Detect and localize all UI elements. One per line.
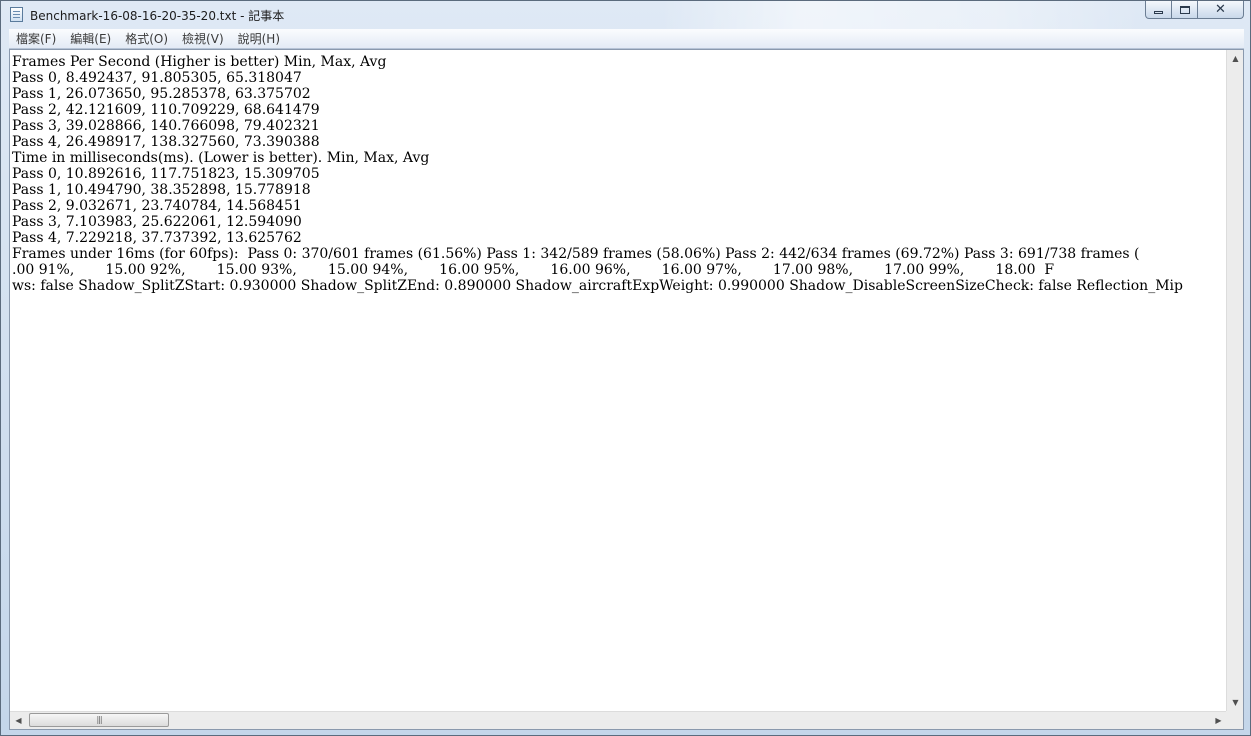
- menu-view[interactable]: 檢視(V): [175, 29, 231, 48]
- horizontal-scroll-thumb[interactable]: |||: [29, 713, 169, 727]
- text-line: Pass 2, 9.032671, 23.740784, 14.568451: [12, 198, 302, 214]
- text-line: Frames Per Second (Higher is better) Min…: [12, 54, 387, 70]
- text-line: Time in milliseconds(ms). (Lower is bett…: [12, 150, 430, 166]
- close-icon: ✕: [1215, 2, 1226, 17]
- vertical-scrollbar[interactable]: ▲ ▼: [1226, 50, 1243, 711]
- window-title: Benchmark-16-08-16-20-35-20.txt - 記事本: [30, 9, 285, 23]
- window-controls: ✕: [1145, 1, 1244, 20]
- scroll-right-icon[interactable]: ▶: [1210, 712, 1227, 729]
- text-line: .00 91%, 15.00 92%, 15.00 93%, 15.00 94%…: [12, 262, 1055, 278]
- grip-icon: |||: [96, 715, 102, 724]
- maximize-icon: [1179, 5, 1190, 14]
- title-bar[interactable]: Benchmark-16-08-16-20-35-20.txt - 記事本 ✕: [1, 1, 1250, 29]
- text-line: Pass 4, 7.229218, 37.737392, 13.625762: [12, 230, 302, 246]
- text-line: Pass 0, 8.492437, 91.805305, 65.318047: [12, 70, 302, 86]
- text-line: Pass 3, 7.103983, 25.622061, 12.594090: [12, 214, 302, 230]
- menu-file[interactable]: 檔案(F): [9, 29, 63, 48]
- text-line: Pass 3, 39.028866, 140.766098, 79.402321: [12, 118, 320, 134]
- scrollbar-corner: [1226, 711, 1243, 729]
- menu-help[interactable]: 說明(H): [231, 29, 287, 48]
- minimize-icon: [1154, 11, 1163, 14]
- scroll-left-icon[interactable]: ◀: [10, 712, 27, 729]
- text-line: Pass 1, 10.494790, 38.352898, 15.778918: [12, 182, 311, 198]
- notepad-window: Benchmark-16-08-16-20-35-20.txt - 記事本 ✕ …: [0, 0, 1251, 736]
- notepad-icon[interactable]: [10, 7, 23, 22]
- minimize-button[interactable]: [1145, 1, 1172, 19]
- text-line: ws: false Shadow_SplitZStart: 0.930000 S…: [12, 278, 1183, 294]
- text-editor[interactable]: Frames Per Second (Higher is better) Min…: [10, 50, 1227, 711]
- menu-format[interactable]: 格式(O): [118, 29, 175, 48]
- text-line: Pass 1, 26.073650, 95.285378, 63.375702: [12, 86, 311, 102]
- menu-edit[interactable]: 編輯(E): [63, 29, 118, 48]
- text-line: Frames under 16ms (for 60fps): Pass 0: 3…: [12, 246, 1140, 262]
- close-button[interactable]: ✕: [1198, 1, 1244, 19]
- maximize-button[interactable]: [1172, 1, 1198, 19]
- menu-bar: 檔案(F) 編輯(E) 格式(O) 檢視(V) 說明(H): [9, 29, 1244, 49]
- text-line: Pass 4, 26.498917, 138.327560, 73.390388: [12, 134, 320, 150]
- text-line: Pass 0, 10.892616, 117.751823, 15.309705: [12, 166, 320, 182]
- horizontal-scrollbar[interactable]: ◀ ||| ▶: [10, 711, 1227, 729]
- editor-client-area: Frames Per Second (Higher is better) Min…: [9, 49, 1244, 730]
- scroll-up-icon[interactable]: ▲: [1227, 50, 1243, 67]
- scroll-down-icon[interactable]: ▼: [1227, 694, 1243, 711]
- text-line: Pass 2, 42.121609, 110.709229, 68.641479: [12, 102, 320, 118]
